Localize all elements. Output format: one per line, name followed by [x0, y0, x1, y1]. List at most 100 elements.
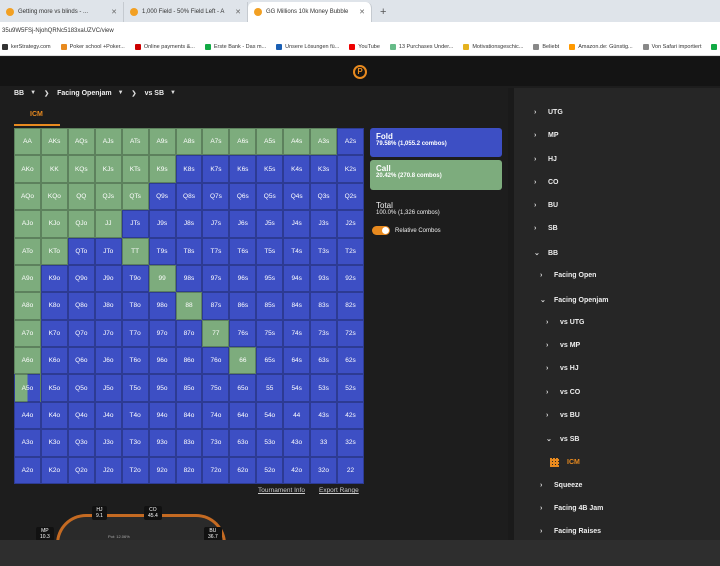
hand-cell[interactable]: T5o — [121, 374, 149, 402]
hand-cell[interactable]: Q9o — [67, 264, 95, 293]
hand-cell[interactable]: K6s — [229, 155, 257, 183]
hand-cell[interactable]: KK — [40, 155, 68, 183]
hand-cell[interactable]: 85o — [175, 374, 203, 402]
hand-cell[interactable]: 73o — [202, 429, 230, 457]
hand-cell[interactable]: 32o — [310, 456, 338, 484]
hand-cell[interactable]: A9o — [14, 264, 41, 293]
tree-item[interactable]: › vs MP — [546, 342, 580, 349]
hand-cell[interactable]: A8o — [14, 292, 41, 320]
hand-cell[interactable]: JTo — [94, 237, 122, 265]
hand-cell[interactable]: T8s — [175, 237, 203, 265]
hand-cell[interactable]: AJo — [14, 210, 41, 238]
hand-cell[interactable]: A4s — [283, 128, 311, 156]
hand-cell[interactable]: K8s — [175, 155, 203, 183]
tab-close-icon[interactable]: ✕ — [235, 8, 241, 16]
hand-cell[interactable]: 53s — [310, 374, 338, 402]
hand-cell[interactable]: J2s — [337, 210, 364, 238]
hand-cell[interactable]: 54s — [283, 374, 311, 402]
hand-cell[interactable]: T3s — [310, 237, 338, 265]
hand-cell[interactable]: 88 — [175, 292, 203, 320]
hand-cell[interactable]: 87s — [202, 292, 230, 320]
hand-cell[interactable]: J4o — [94, 401, 122, 430]
hand-cell[interactable]: Q7s — [202, 182, 230, 211]
hand-cell[interactable]: QTo — [67, 237, 95, 265]
hand-cell[interactable]: Q5s — [256, 182, 284, 211]
hand-cell[interactable]: 64o — [229, 401, 257, 430]
hand-cell[interactable]: T4o — [121, 401, 149, 430]
bookmark-item[interactable]: Unsere Lösungen fü... — [276, 44, 339, 50]
hand-cell[interactable]: K4o — [40, 401, 68, 430]
hand-cell[interactable]: K3o — [40, 429, 68, 457]
hand-cell[interactable]: J6o — [94, 347, 122, 375]
hand-cell[interactable]: 66 — [229, 347, 257, 375]
hand-cell[interactable]: A6o — [14, 347, 41, 375]
hand-cell[interactable]: T4s — [283, 237, 311, 265]
hand-cell[interactable]: K7o — [40, 319, 68, 348]
hand-cell[interactable]: 94s — [283, 264, 311, 293]
hand-cell[interactable]: A5o — [14, 374, 41, 402]
hand-cell[interactable]: AKs — [40, 128, 68, 156]
hand-cell[interactable]: 95s — [256, 264, 284, 293]
hand-cell[interactable]: K9s — [148, 155, 176, 183]
hand-cell[interactable]: A9s — [148, 128, 176, 156]
hand-cell[interactable]: 22 — [337, 456, 364, 484]
hand-cell[interactable]: 52s — [337, 374, 364, 402]
hand-cell[interactable]: 83o — [175, 429, 203, 457]
tree-item[interactable]: › CO — [534, 179, 559, 186]
breadcrumb-item[interactable]: vs SB ▼ — [145, 90, 176, 97]
bookmark-item[interactable]: Von Safari importiert — [642, 44, 701, 50]
hand-cell[interactable]: 42s — [337, 401, 364, 430]
hand-cell[interactable]: 42o — [283, 456, 311, 484]
hand-cell[interactable]: 83s — [310, 292, 338, 320]
bookmark-item[interactable]: 13 Purchases Under... — [389, 44, 453, 50]
breadcrumb-item[interactable]: BB ▼ — [14, 90, 36, 97]
bookmark-item[interactable]: Online payments &... — [134, 44, 195, 50]
tree-item[interactable]: › Facing Raises — [540, 528, 601, 535]
hand-cell[interactable]: K2o — [40, 456, 68, 484]
hand-cell[interactable]: A3s — [310, 128, 338, 156]
hand-cell[interactable]: K3s — [310, 155, 338, 183]
hand-cell[interactable]: Q5o — [67, 374, 95, 402]
hand-cell[interactable]: J5s — [256, 210, 284, 238]
hand-cell[interactable]: JJ — [94, 210, 122, 238]
hand-cell[interactable]: J7s — [202, 210, 230, 238]
hand-cell[interactable]: QTs — [121, 182, 149, 211]
hand-cell[interactable]: 92o — [148, 456, 176, 484]
hand-cell[interactable]: T5s — [256, 237, 284, 265]
hand-cell[interactable]: Q4s — [283, 182, 311, 211]
hand-cell[interactable]: 65s — [256, 347, 284, 375]
hand-cell[interactable]: 44 — [283, 401, 311, 430]
bookmark-item[interactable]: Beliebt — [533, 44, 559, 50]
hand-cell[interactable]: 76o — [202, 347, 230, 375]
relative-combos-toggle[interactable] — [372, 226, 390, 235]
hand-cell[interactable]: 64s — [283, 347, 311, 375]
hand-cell[interactable]: 85s — [256, 292, 284, 320]
hand-cell[interactable]: 73s — [310, 319, 338, 348]
hand-cell[interactable]: Q2o — [67, 456, 95, 484]
breadcrumb-item[interactable]: Facing Openjam ▼ — [57, 90, 123, 97]
hand-cell[interactable]: K6o — [40, 347, 68, 375]
hand-cell[interactable]: KJo — [40, 210, 68, 238]
hand-cell[interactable]: J4s — [283, 210, 311, 238]
hand-cell[interactable]: 63o — [229, 429, 257, 457]
hand-cell[interactable]: J6s — [229, 210, 257, 238]
hand-cell[interactable]: 75o — [202, 374, 230, 402]
hand-cell[interactable]: 86s — [229, 292, 257, 320]
tree-item[interactable]: › vs UTG — [546, 319, 585, 326]
hand-cell[interactable]: ATo — [14, 237, 41, 265]
bookmark-item[interactable]: Amazon.de: Günstig... — [569, 44, 633, 50]
hand-cell[interactable]: K7s — [202, 155, 230, 183]
hand-cell[interactable]: 72s — [337, 319, 364, 348]
tab-icm[interactable]: ICM — [14, 108, 60, 126]
hand-cell[interactable]: 62o — [229, 456, 257, 484]
hand-cell[interactable]: QJo — [67, 210, 95, 238]
hand-cell[interactable]: J9o — [94, 264, 122, 293]
hand-cell[interactable]: Q3o — [67, 429, 95, 457]
hand-cell[interactable]: KJs — [94, 155, 122, 183]
hand-cell[interactable]: Q2s — [337, 182, 364, 211]
tournament-info-link[interactable]: Tournament Info — [258, 487, 305, 494]
hand-cell[interactable]: 72o — [202, 456, 230, 484]
hand-cell[interactable]: Q3s — [310, 182, 338, 211]
hand-cell[interactable]: AJs — [94, 128, 122, 156]
hand-cell[interactable]: J3o — [94, 429, 122, 457]
